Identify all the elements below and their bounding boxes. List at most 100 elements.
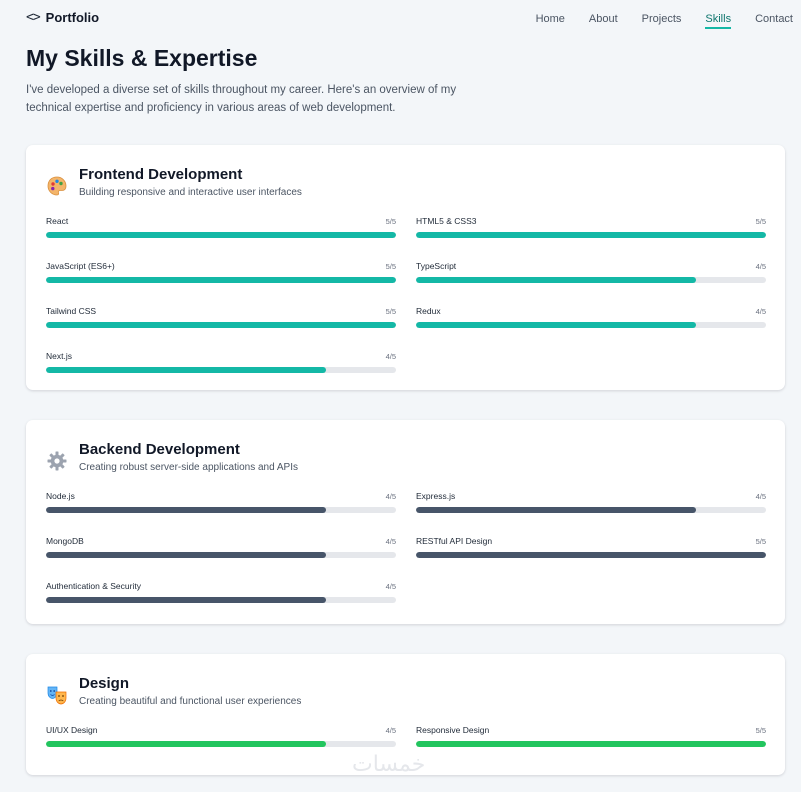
progress-fill <box>46 507 326 513</box>
card-header: Frontend Development Building responsive… <box>46 165 302 198</box>
skill-level: 4/5 <box>385 352 396 361</box>
card-subtitle: Creating robust server-side applications… <box>79 462 299 473</box>
skill-item: Redux 4/5 <box>416 306 766 328</box>
skill-name: UI/UX Design <box>46 725 98 735</box>
progress-fill <box>46 552 326 558</box>
progress-track <box>46 741 396 747</box>
progress-track <box>46 277 396 283</box>
nav-link-skills[interactable]: Skills <box>697 13 739 29</box>
page-title: My Skills & Expertise <box>26 45 258 71</box>
code-brackets-icon: <> <box>26 10 41 25</box>
skill-name: Redux <box>416 306 441 316</box>
progress-track <box>416 741 766 747</box>
progress-track <box>416 552 766 558</box>
palette-icon <box>46 175 68 197</box>
skill-item: Next.js 4/5 <box>46 351 396 373</box>
nav-link-home[interactable]: Home <box>528 13 573 25</box>
skill-item: UI/UX Design 4/5 <box>46 725 396 747</box>
skill-level: 5/5 <box>755 217 766 226</box>
progress-track <box>46 507 396 513</box>
skill-name: Express.js <box>416 491 456 501</box>
progress-track <box>46 322 396 328</box>
skill-item: TypeScript 4/5 <box>416 261 766 283</box>
skill-level: 4/5 <box>755 492 766 501</box>
card-title: Design <box>79 675 130 692</box>
skill-item: Tailwind CSS 5/5 <box>46 306 396 328</box>
card-subtitle: Building responsive and interactive user… <box>79 187 302 198</box>
skill-level: 4/5 <box>385 726 396 735</box>
progress-fill <box>416 552 766 558</box>
skill-item: React 5/5 <box>46 216 396 238</box>
skill-item: RESTful API Design 5/5 <box>416 536 766 558</box>
skill-name: Authentication & Security <box>46 581 141 591</box>
card-header: Backend Development Creating robust serv… <box>46 440 298 473</box>
progress-fill <box>416 741 766 747</box>
progress-track <box>416 277 766 283</box>
progress-fill <box>416 322 696 328</box>
progress-fill <box>416 277 696 283</box>
brand-logo-link[interactable]: <> Portfolio <box>26 10 99 25</box>
progress-fill <box>46 277 396 283</box>
nav-links: Home About Projects Skills Contact <box>520 13 801 29</box>
skill-level: 4/5 <box>385 582 396 591</box>
skill-level: 4/5 <box>385 492 396 501</box>
skills-grid: Node.js 4/5 Express.js 4/5 MongoDB 4/5 REST… <box>46 491 766 603</box>
skill-level: 5/5 <box>385 217 396 226</box>
top-navbar: <> Portfolio Home About Projects Skills … <box>0 0 801 38</box>
progress-track <box>46 552 396 558</box>
skill-level: 5/5 <box>755 726 766 735</box>
card-title: Backend Development <box>79 441 240 458</box>
skill-name: RESTful API Design <box>416 536 493 546</box>
progress-track <box>416 232 766 238</box>
skill-name: HTML5 & CSS3 <box>416 216 477 226</box>
skill-name: MongoDB <box>46 536 84 546</box>
skills-grid: React 5/5 HTML5 & CSS3 5/5 JavaScript (ES6… <box>46 216 766 373</box>
skill-name: Next.js <box>46 351 72 361</box>
skill-item: Node.js 4/5 <box>46 491 396 513</box>
progress-fill <box>46 367 326 373</box>
gear-icon <box>46 450 68 472</box>
skill-card-frontend: Frontend Development Building responsive… <box>26 145 785 390</box>
progress-fill <box>46 322 396 328</box>
skills-grid: UI/UX Design 4/5 Responsive Design 5/5 <box>46 725 766 747</box>
skill-card-backend: Backend Development Creating robust serv… <box>26 420 785 624</box>
skill-name: TypeScript <box>416 261 457 271</box>
nav-link-about[interactable]: About <box>581 13 626 25</box>
progress-track <box>46 232 396 238</box>
skill-name: React <box>46 216 69 226</box>
card-header: Design Creating beautiful and functional… <box>46 674 301 707</box>
progress-track <box>46 597 396 603</box>
progress-fill <box>46 597 326 603</box>
skill-item: Express.js 4/5 <box>416 491 766 513</box>
skill-level: 5/5 <box>385 262 396 271</box>
progress-track <box>46 367 396 373</box>
card-subtitle: Creating beautiful and functional user e… <box>79 696 302 707</box>
skill-name: JavaScript (ES6+) <box>46 261 115 271</box>
skill-name: Node.js <box>46 491 75 501</box>
skill-level: 4/5 <box>755 262 766 271</box>
skill-item: MongoDB 4/5 <box>46 536 396 558</box>
page-description: I've developed a diverse set of skills t… <box>26 84 457 114</box>
watermark-text: خمسات <box>352 752 426 777</box>
progress-fill <box>46 741 326 747</box>
skill-name: Responsive Design <box>416 725 490 735</box>
brand-name: Portfolio <box>45 10 100 25</box>
progress-fill <box>416 507 696 513</box>
progress-track <box>416 322 766 328</box>
skill-item: Responsive Design 5/5 <box>416 725 766 747</box>
skill-name: Tailwind CSS <box>46 306 97 316</box>
skill-item: HTML5 & CSS3 5/5 <box>416 216 766 238</box>
theater-masks-icon <box>46 684 68 706</box>
nav-link-contact[interactable]: Contact <box>747 13 801 25</box>
skill-level: 5/5 <box>755 537 766 546</box>
skill-item: JavaScript (ES6+) 5/5 <box>46 261 396 283</box>
skill-level: 4/5 <box>755 307 766 316</box>
card-title: Frontend Development <box>79 166 243 183</box>
progress-fill <box>46 232 396 238</box>
nav-link-projects[interactable]: Projects <box>634 13 690 25</box>
progress-fill <box>416 232 766 238</box>
skill-level: 4/5 <box>385 537 396 546</box>
skill-item: Authentication & Security 4/5 <box>46 581 396 603</box>
skill-level: 5/5 <box>385 307 396 316</box>
progress-track <box>416 507 766 513</box>
